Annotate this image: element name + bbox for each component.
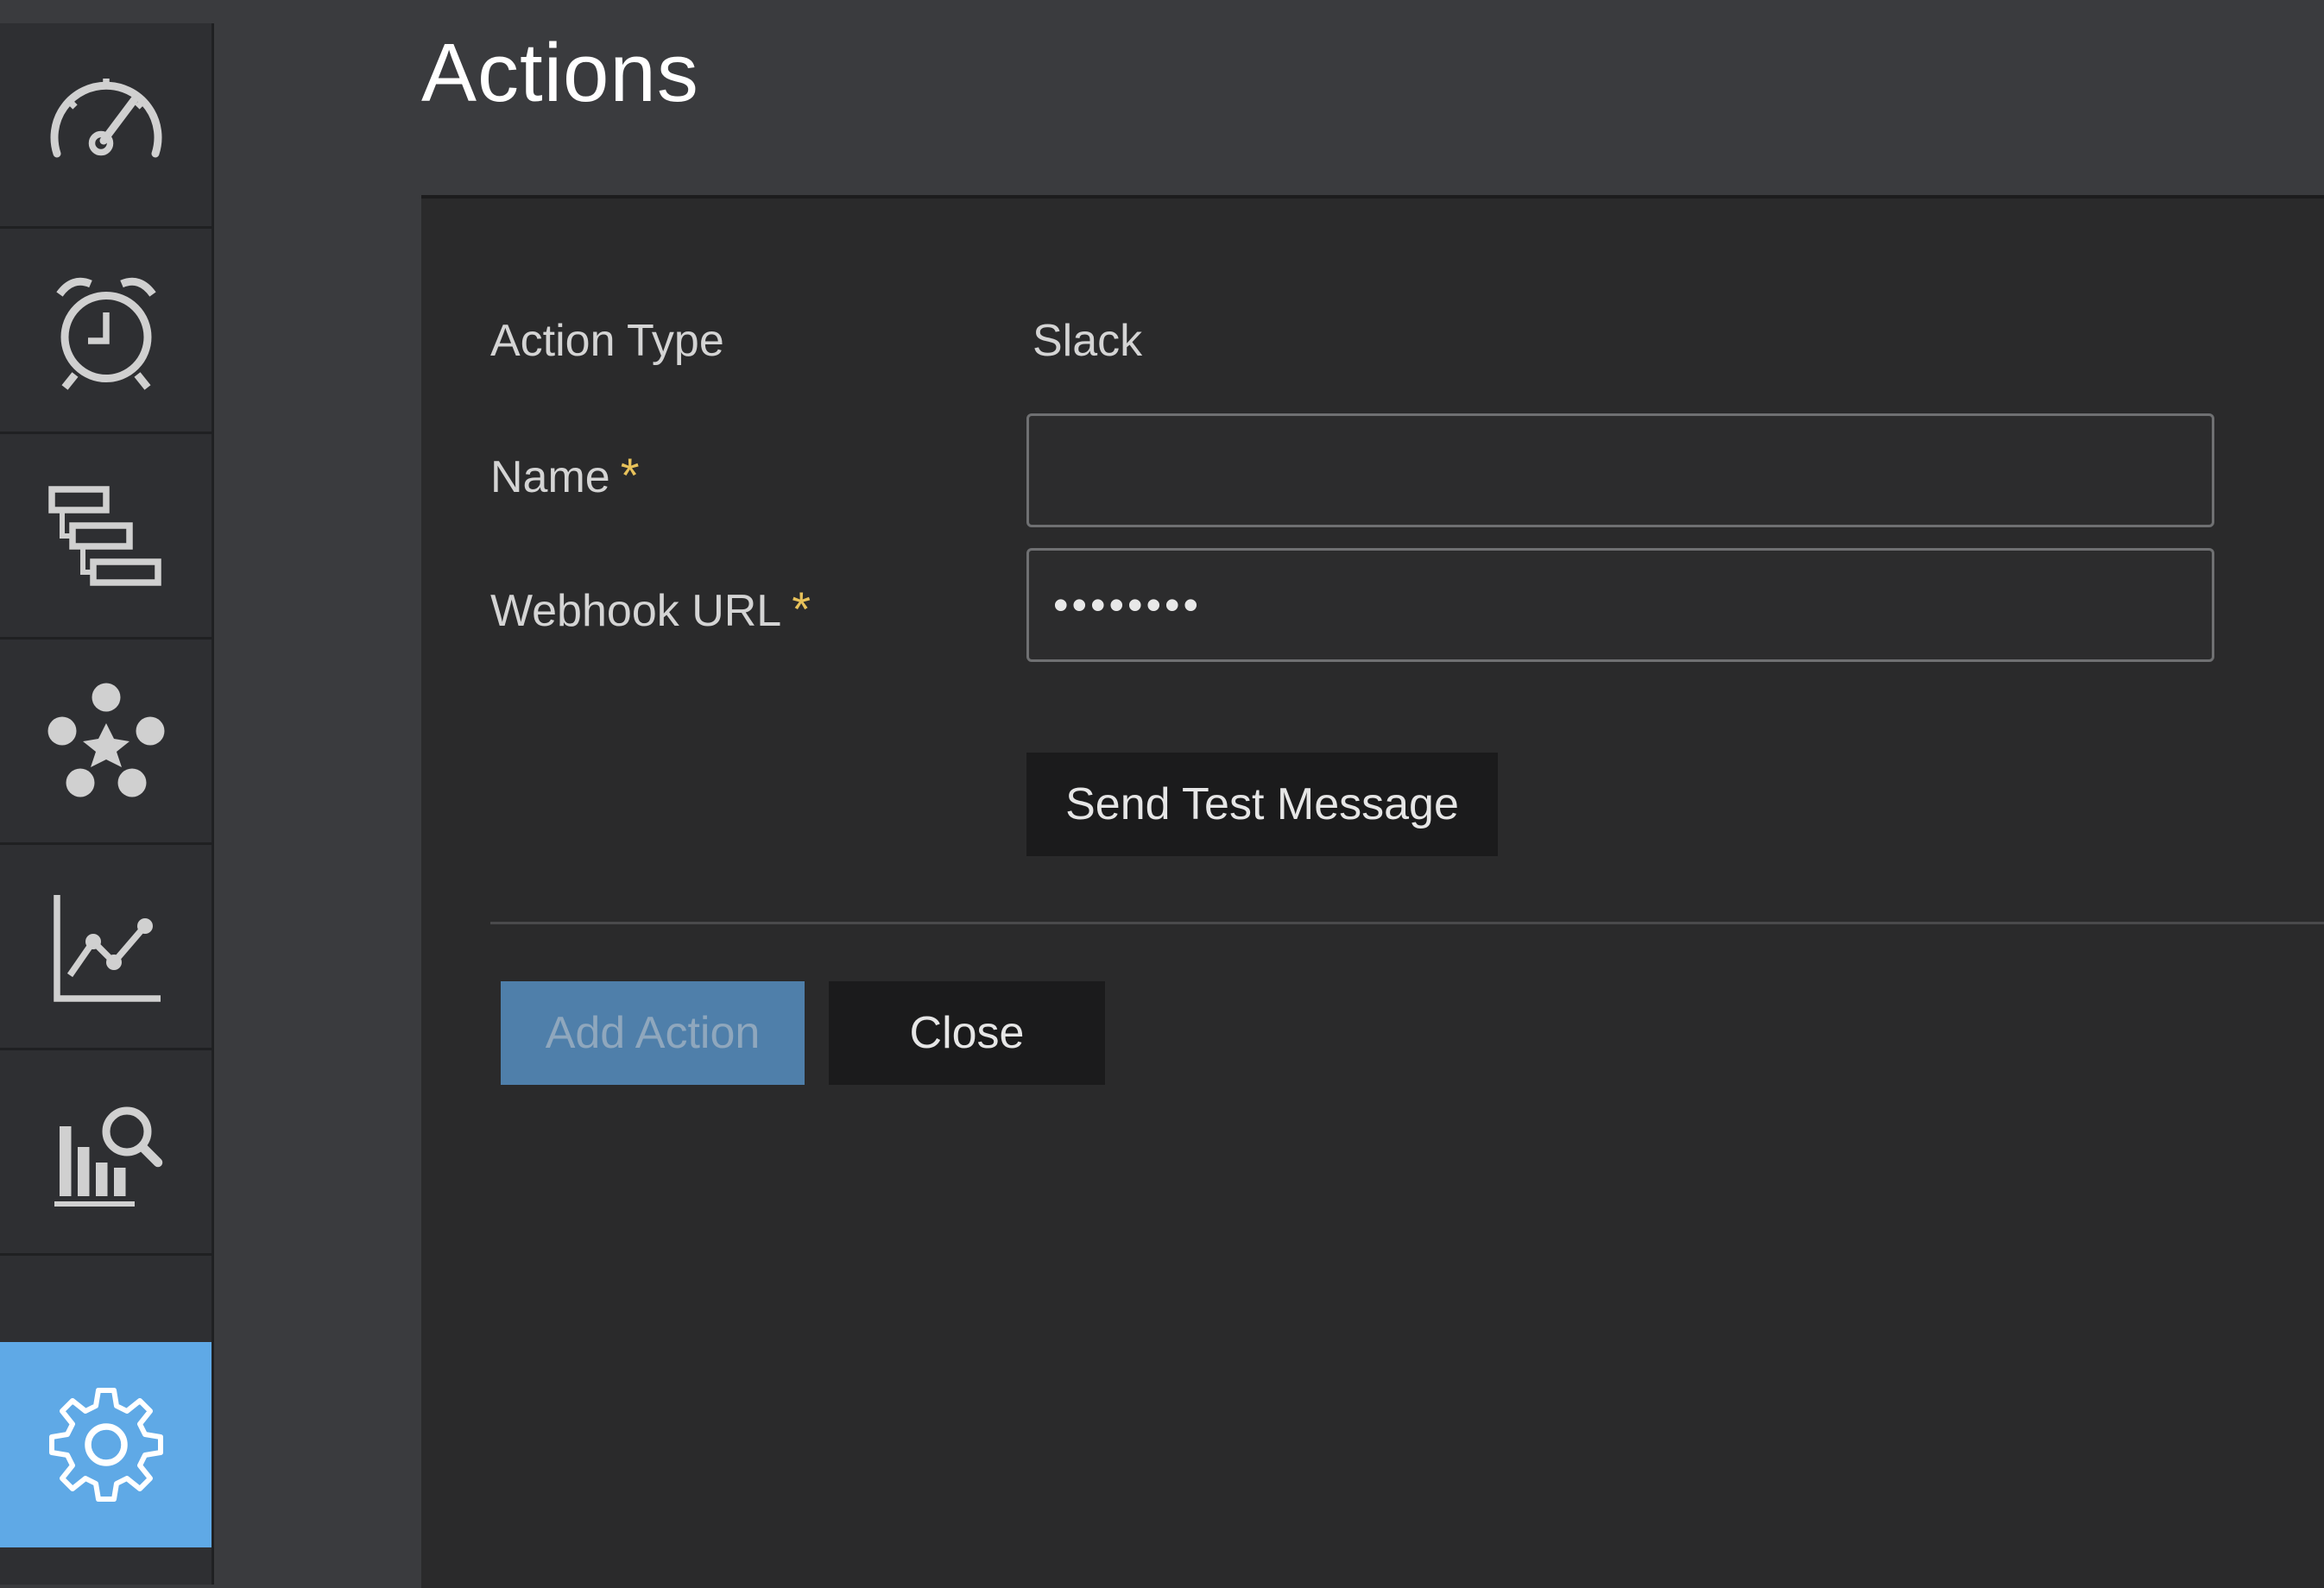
nav-topology[interactable] (0, 640, 212, 845)
name-label-text: Name (490, 452, 610, 502)
nav-hierarchy[interactable] (0, 434, 212, 640)
alarm-clock-icon (55, 277, 156, 390)
action-form-panel: Action Type Slack Name* Webhook URL* Sen… (421, 195, 2324, 1588)
gear-icon (48, 1388, 163, 1502)
webhook-url-input[interactable] (1026, 548, 2214, 662)
webhook-url-label-text: Webhook URL (490, 586, 782, 636)
hierarchy-icon (47, 485, 161, 586)
speedometer-icon (50, 78, 161, 157)
nav-metrics[interactable] (0, 845, 212, 1050)
nav-alarms[interactable] (0, 229, 212, 434)
required-marker: * (792, 582, 812, 636)
line-chart-icon (53, 894, 161, 1002)
network-icon (47, 683, 164, 797)
action-type-value: Slack (1033, 316, 1143, 366)
nav-settings[interactable] (0, 1342, 212, 1547)
nav-dashboard[interactable] (0, 23, 212, 229)
action-type-label: Action Type (490, 316, 724, 366)
name-label: Name * (490, 447, 640, 503)
name-input[interactable] (1026, 413, 2214, 527)
send-test-message-button[interactable]: Send Test Message (1026, 753, 1498, 856)
nav-analytics[interactable] (0, 1050, 212, 1256)
page-title: Actions (421, 27, 699, 119)
add-action-button[interactable]: Add Action (501, 981, 805, 1085)
close-button[interactable]: Close (829, 981, 1105, 1085)
divider (490, 922, 2324, 924)
sidebar (0, 23, 214, 1585)
webhook-url-label: Webhook URL * (490, 581, 811, 637)
bar-chart-search-icon (54, 1106, 162, 1207)
required-marker: * (620, 448, 640, 502)
